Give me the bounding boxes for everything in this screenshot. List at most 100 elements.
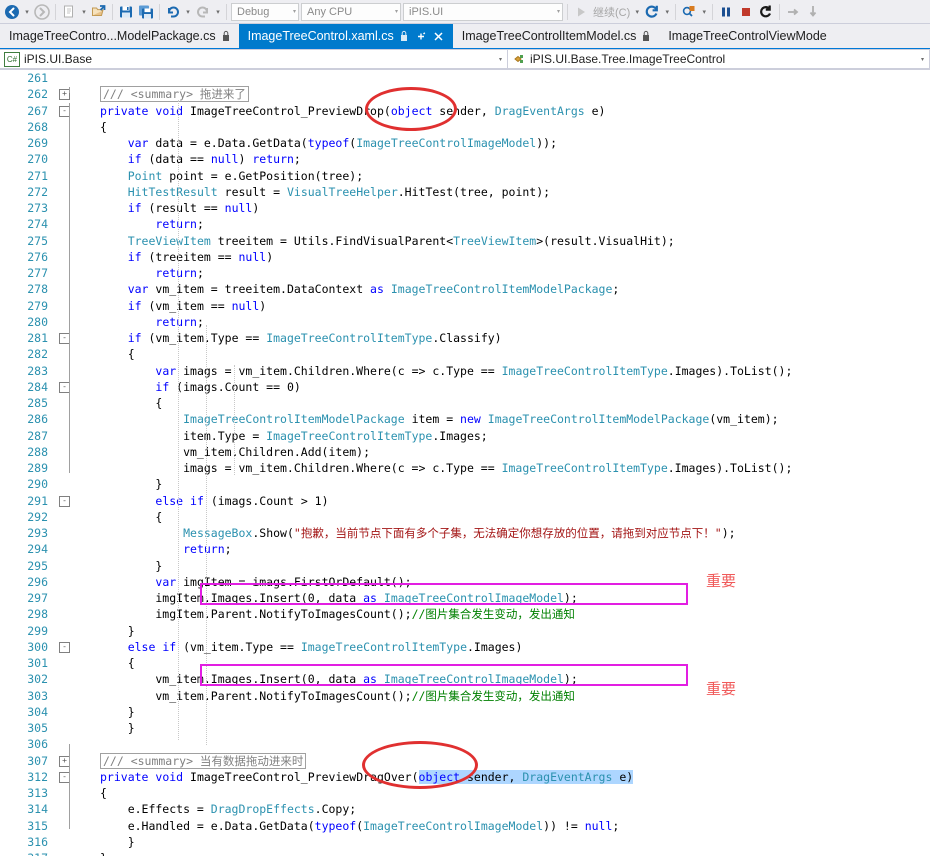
save-icon[interactable] — [116, 2, 136, 22]
code-text[interactable]: else if (vm_item.Type == ImageTreeContro… — [96, 639, 930, 655]
code-text[interactable]: e.Handled = e.Data.GetData(typeof(ImageT… — [96, 818, 930, 834]
code-text[interactable]: return; — [96, 216, 930, 232]
code-line[interactable]: 262 +/// <summary> 拖进来了 — [0, 86, 930, 103]
code-line[interactable]: 274 return; — [0, 216, 930, 232]
code-text[interactable]: /// <summary> 拖进来了 — [96, 86, 930, 103]
code-line[interactable]: 304 } — [0, 704, 930, 720]
code-text[interactable]: vm_item.Images.Insert(0, data as ImageTr… — [96, 671, 930, 687]
code-text[interactable]: return; — [96, 541, 930, 557]
code-text[interactable]: if (vm_item.Type == ImageTreeControlItem… — [96, 330, 930, 346]
code-line[interactable]: 277 return; — [0, 265, 930, 281]
code-text[interactable]: return; — [96, 265, 930, 281]
code-text[interactable]: } — [96, 720, 930, 736]
type-context-combo[interactable]: iPIS.UI.Base.Tree.ImageTreeControl ▾ — [508, 49, 930, 69]
code-line[interactable]: 307 +/// <summary> 当有数据拖动进来时 — [0, 752, 930, 769]
code-line[interactable]: 279 if (vm_item == null) — [0, 298, 930, 314]
code-line[interactable]: 269 var data = e.Data.GetData(typeof(Ima… — [0, 135, 930, 151]
code-line[interactable]: 270 if (data == null) return; — [0, 151, 930, 167]
code-text[interactable]: var imgItem = imags.FirstOrDefault(); — [96, 574, 930, 590]
code-line[interactable]: 272 HitTestResult result = VisualTreeHel… — [0, 184, 930, 200]
code-line[interactable]: 312- private void ImageTreeControl_Previe… — [0, 769, 930, 785]
code-text[interactable]: } — [96, 834, 930, 850]
solution-platform-combo[interactable]: Any CPU ▾ — [301, 2, 401, 21]
code-line[interactable]: 294 return; — [0, 541, 930, 557]
code-line[interactable]: 284- if (imags.Count == 0) — [0, 379, 930, 395]
code-text[interactable]: imgItem.Parent.NotifyToImagesCount();//图… — [96, 606, 930, 622]
code-text[interactable]: } — [96, 850, 930, 856]
code-line[interactable]: 283 var imags = vm_item.Children.Where(c… — [0, 363, 930, 379]
project-context-combo[interactable]: C# iPIS.UI.Base ▾ — [0, 49, 508, 69]
code-line[interactable]: 297 imgItem.Images.Insert(0, data as Ima… — [0, 590, 930, 606]
code-text[interactable]: if (result == null) — [96, 200, 930, 216]
code-text[interactable]: /// <summary> 当有数据拖动进来时 — [96, 752, 930, 769]
show-next-statement-icon[interactable] — [679, 2, 699, 22]
code-line[interactable]: 302 vm_item.Images.Insert(0, data as Ima… — [0, 671, 930, 687]
collapse-fold-icon[interactable]: - — [59, 641, 70, 653]
save-all-icon[interactable] — [136, 2, 156, 22]
new-item-dropdown[interactable]: ▾ — [79, 2, 89, 22]
code-line[interactable]: 291- else if (imags.Count > 1) — [0, 493, 930, 509]
code-line[interactable]: 295 } — [0, 558, 930, 574]
code-line[interactable]: 293 MessageBox.Show("抱歉，当前节点下面有多个子集，无法确定… — [0, 525, 930, 541]
code-line[interactable]: 273 if (result == null) — [0, 200, 930, 216]
document-tab-2[interactable]: ImageTreeControlItemModel.cs — [452, 24, 660, 48]
solution-configuration-combo[interactable]: Debug ▾ — [231, 2, 299, 21]
code-line[interactable]: 281- if (vm_item.Type == ImageTreeContro… — [0, 330, 930, 346]
code-line[interactable]: 280 return; — [0, 314, 930, 330]
pin-icon[interactable] — [400, 30, 408, 42]
code-text[interactable]: imags = vm_item.Children.Where(c => c.Ty… — [96, 460, 930, 476]
code-line[interactable]: 275 TreeViewItem treeitem = Utils.FindVi… — [0, 233, 930, 249]
code-text[interactable]: ImageTreeControlItemModelPackage item = … — [96, 411, 930, 427]
code-text[interactable]: if (imags.Count == 0) — [96, 379, 930, 395]
code-line[interactable]: 299 } — [0, 623, 930, 639]
code-line[interactable]: 271 Point point = e.GetPosition(tree); — [0, 168, 930, 184]
code-text[interactable]: { — [96, 119, 930, 135]
new-item-icon[interactable] — [59, 2, 79, 22]
open-file-icon[interactable] — [89, 2, 109, 22]
startup-project-combo[interactable]: iPIS.UI ▾ — [403, 2, 563, 21]
code-line[interactable]: 285 { — [0, 395, 930, 411]
code-line[interactable]: 268 { — [0, 119, 930, 135]
document-tab-3[interactable]: ImageTreeControlViewMode — [659, 24, 836, 48]
code-line[interactable]: 314 e.Effects = DragDropEffects.Copy; — [0, 801, 930, 817]
code-text[interactable]: HitTestResult result = VisualTreeHelper.… — [96, 184, 930, 200]
code-text[interactable]: if (vm_item == null) — [96, 298, 930, 314]
code-line[interactable]: 296 var imgItem = imags.FirstOrDefault()… — [0, 574, 930, 590]
pin-tab-icon[interactable] — [416, 31, 427, 42]
code-text[interactable]: if (treeitem == null) — [96, 249, 930, 265]
restart-debug-icon[interactable] — [756, 2, 776, 22]
pin-icon[interactable] — [222, 30, 230, 42]
continue-dropdown[interactable]: ▾ — [632, 2, 642, 22]
undo-icon[interactable] — [163, 2, 183, 22]
code-line[interactable]: 276 if (treeitem == null) — [0, 249, 930, 265]
navigate-back-dropdown[interactable]: ▾ — [22, 2, 32, 22]
code-line[interactable]: 305 } — [0, 720, 930, 736]
code-line[interactable]: 313 { — [0, 785, 930, 801]
code-text[interactable]: imgItem.Images.Insert(0, data as ImageTr… — [96, 590, 930, 606]
code-line[interactable]: 298 imgItem.Parent.NotifyToImagesCount()… — [0, 606, 930, 622]
code-line[interactable]: 289 imags = vm_item.Children.Where(c => … — [0, 460, 930, 476]
code-line[interactable]: 301 { — [0, 655, 930, 671]
document-tab-1[interactable]: ImageTreeControl.xaml.cs — [238, 24, 453, 48]
close-icon[interactable] — [433, 31, 444, 42]
code-text[interactable]: var data = e.Data.GetData(typeof(ImageTr… — [96, 135, 930, 151]
code-line[interactable]: 288 vm_item.Children.Add(item); — [0, 444, 930, 460]
code-line[interactable]: 306 — [0, 736, 930, 752]
code-text[interactable]: Point point = e.GetPosition(tree); — [96, 168, 930, 184]
code-text[interactable]: var vm_item = treeitem.DataContext as Im… — [96, 281, 930, 297]
code-text[interactable]: TreeViewItem treeitem = Utils.FindVisual… — [96, 233, 930, 249]
code-text[interactable]: { — [96, 346, 930, 362]
undo-dropdown[interactable]: ▾ — [183, 2, 193, 22]
code-text[interactable]: item.Type = ImageTreeControlItemType.Ima… — [96, 428, 930, 444]
stop-debugging-icon[interactable] — [736, 2, 756, 22]
code-text[interactable]: { — [96, 395, 930, 411]
code-line[interactable]: 300- else if (vm_item.Type == ImageTreeC… — [0, 639, 930, 655]
break-all-icon[interactable] — [716, 2, 736, 22]
code-text[interactable]: MessageBox.Show("抱歉，当前节点下面有多个子集，无法确定你想存放… — [96, 525, 930, 541]
code-line[interactable]: 267- private void ImageTreeControl_Previe… — [0, 103, 930, 119]
code-text[interactable]: { — [96, 655, 930, 671]
code-text[interactable]: private void ImageTreeControl_PreviewDro… — [96, 103, 930, 119]
code-text[interactable]: vm_item.Children.Add(item); — [96, 444, 930, 460]
code-text[interactable]: var imags = vm_item.Children.Where(c => … — [96, 363, 930, 379]
restart-icon[interactable] — [642, 2, 662, 22]
